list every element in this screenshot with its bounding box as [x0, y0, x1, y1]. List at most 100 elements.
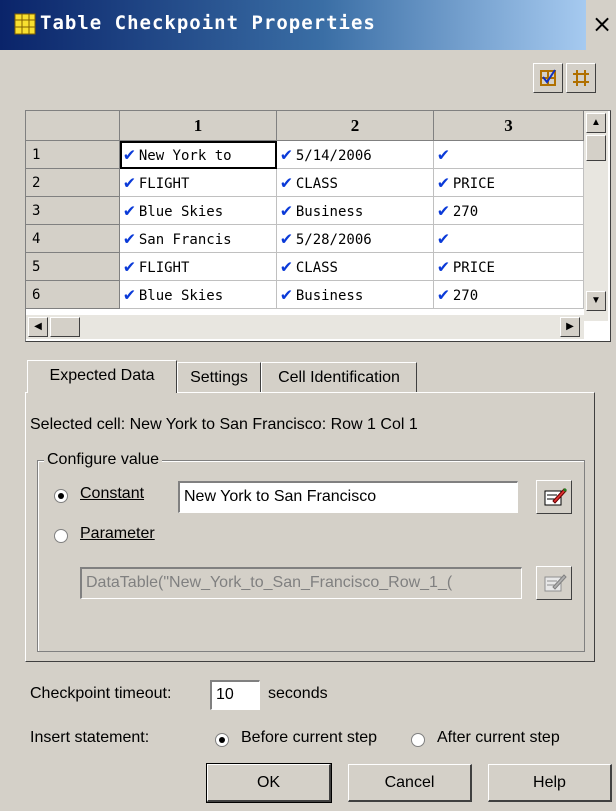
- parameter-label-text: Parameter: [80, 525, 155, 542]
- checkpoint-table[interactable]: 1 2 3 1 ✔ New York to ✔ 5/14/2006 ✔ 2 ✔ FLI…: [25, 110, 611, 342]
- grid-button[interactable]: [566, 63, 596, 93]
- check-icon: ✔: [438, 256, 449, 277]
- close-icon[interactable]: ×: [592, 10, 612, 38]
- column-header-1[interactable]: 1: [120, 111, 277, 141]
- scroll-thumb[interactable]: [586, 135, 606, 161]
- edit-parameter-button[interactable]: [536, 566, 572, 600]
- scroll-up-button[interactable]: ▲: [586, 113, 606, 133]
- table-cell[interactable]: ✔ Business: [277, 281, 434, 309]
- table-cell[interactable]: ✔ 270: [434, 281, 584, 309]
- scroll-right-button[interactable]: ▶: [560, 317, 580, 337]
- cell-text: PRICE: [452, 260, 495, 276]
- cell-text: 270: [452, 204, 479, 220]
- parameter-radio[interactable]: [54, 529, 68, 543]
- table-cell[interactable]: ✔ Business: [277, 197, 434, 225]
- constant-value-input[interactable]: New York to San Francisco: [178, 481, 518, 513]
- cell-text: Business: [295, 288, 364, 304]
- check-cells-button[interactable]: [533, 63, 563, 93]
- check-icon: ✔: [124, 256, 135, 277]
- check-cells-icon: [540, 69, 556, 86]
- configure-value-label: Configure value: [44, 451, 163, 469]
- selected-cell-label: Selected cell: New York to San Francisco…: [30, 416, 418, 433]
- before-step-label[interactable]: Before current step: [241, 729, 377, 747]
- cell-text: FLIGHT: [138, 176, 190, 192]
- edit-icon: [544, 488, 567, 506]
- cell-text: Blue Skies: [138, 288, 224, 304]
- check-icon: ✔: [281, 172, 292, 193]
- constant-label-text: Constant: [80, 485, 145, 502]
- before-step-radio[interactable]: [215, 733, 229, 747]
- help-button[interactable]: Help: [488, 764, 612, 802]
- window-title: Table Checkpoint Properties: [40, 12, 376, 34]
- column-header-3[interactable]: 3: [434, 111, 584, 141]
- check-icon: ✔: [281, 228, 292, 249]
- row-header[interactable]: 4: [26, 225, 120, 253]
- cell-text: New York to: [138, 148, 232, 164]
- cell-text: CLASS: [295, 176, 338, 192]
- tab-settings[interactable]: Settings: [177, 362, 261, 392]
- table-icon: [14, 13, 36, 35]
- check-icon: ✔: [438, 144, 449, 165]
- cell-text: Business: [295, 204, 364, 220]
- column-header-2[interactable]: 2: [277, 111, 434, 141]
- check-icon: ✔: [438, 172, 449, 193]
- check-icon: ✔: [281, 144, 292, 165]
- check-icon: ✔: [438, 200, 449, 221]
- row-header[interactable]: 1: [26, 141, 120, 169]
- cell-text: 5/28/2006: [295, 232, 372, 248]
- grid-icon: [573, 70, 589, 86]
- cell-text: PRICE: [452, 176, 495, 192]
- check-icon: ✔: [281, 200, 292, 221]
- table-cell[interactable]: ✔ San Francis: [120, 225, 277, 253]
- horizontal-scrollbar[interactable]: ◀ ▶: [26, 315, 584, 339]
- table-cell[interactable]: ✔ FLIGHT: [120, 169, 277, 197]
- cancel-button[interactable]: Cancel: [348, 764, 472, 802]
- table-cell[interactable]: ✔ FLIGHT: [120, 253, 277, 281]
- title-bar: Table Checkpoint Properties ×: [0, 0, 616, 50]
- table-cell[interactable]: ✔: [434, 225, 584, 253]
- ok-button[interactable]: OK: [206, 763, 332, 803]
- check-icon: ✔: [124, 284, 135, 305]
- vertical-scrollbar[interactable]: ▲ ▼: [584, 111, 608, 321]
- scroll-down-button[interactable]: ▼: [586, 291, 606, 311]
- after-step-label[interactable]: After current step: [437, 729, 560, 747]
- tab-expected-data[interactable]: Expected Data: [27, 360, 177, 393]
- row-header[interactable]: 2: [26, 169, 120, 197]
- timeout-input[interactable]: 10: [210, 680, 260, 710]
- cell-text: San Francis: [138, 232, 232, 248]
- row-header[interactable]: 3: [26, 197, 120, 225]
- parameter-label[interactable]: Parameter: [80, 525, 155, 543]
- table-cell[interactable]: ✔ 270: [434, 197, 584, 225]
- table-cell[interactable]: ✔: [434, 141, 584, 169]
- check-icon: ✔: [281, 284, 292, 305]
- scroll-left-button[interactable]: ◀: [28, 317, 48, 337]
- after-step-radio[interactable]: [411, 733, 425, 747]
- table-cell[interactable]: ✔ CLASS: [277, 253, 434, 281]
- table-cell[interactable]: ✔ 5/14/2006: [277, 141, 434, 169]
- tab-cell-identification[interactable]: Cell Identification: [261, 362, 417, 392]
- insert-statement-label: Insert statement:: [30, 729, 150, 746]
- cell-text: 270: [452, 288, 479, 304]
- edit-constant-button[interactable]: [536, 480, 572, 514]
- row-header[interactable]: 6: [26, 281, 120, 309]
- check-icon: ✔: [124, 172, 135, 193]
- parameter-value-input[interactable]: DataTable("New_York_to_San_Francisco_Row…: [80, 567, 522, 599]
- cell-text: 5/14/2006: [295, 148, 372, 164]
- table-cell[interactable]: ✔ Blue Skies: [120, 197, 277, 225]
- timeout-unit: seconds: [268, 685, 328, 702]
- check-icon: ✔: [281, 256, 292, 277]
- constant-radio[interactable]: [54, 489, 68, 503]
- cell-text: CLASS: [295, 260, 338, 276]
- check-icon: ✔: [438, 228, 449, 249]
- table-cell[interactable]: ✔ Blue Skies: [120, 281, 277, 309]
- table-cell[interactable]: ✔ 5/28/2006: [277, 225, 434, 253]
- check-icon: ✔: [124, 200, 135, 221]
- corner-header: [26, 111, 120, 141]
- table-cell-selected[interactable]: ✔ New York to: [120, 141, 277, 169]
- horizontal-scroll-thumb[interactable]: [50, 317, 80, 337]
- table-cell[interactable]: ✔ PRICE: [434, 253, 584, 281]
- constant-label[interactable]: Constant: [80, 485, 144, 503]
- table-cell[interactable]: ✔ CLASS: [277, 169, 434, 197]
- row-header[interactable]: 5: [26, 253, 120, 281]
- table-cell[interactable]: ✔ PRICE: [434, 169, 584, 197]
